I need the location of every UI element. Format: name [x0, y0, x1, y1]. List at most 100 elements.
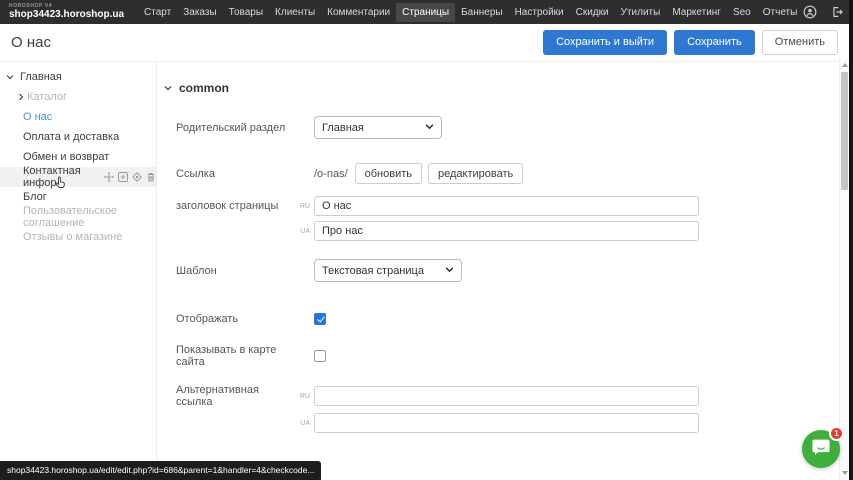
sidebar-item-label: Обмен и возврат [23, 151, 109, 163]
chevron-right-icon[interactable] [17, 93, 25, 101]
sidebar-item-label: Пользовательское соглашение [23, 205, 156, 229]
nav-item-start[interactable]: Старт [138, 3, 177, 22]
sidebar-item-glavnaya[interactable]: Главная [0, 67, 156, 87]
section-common[interactable]: common [164, 81, 840, 95]
sitemap-checkbox[interactable] [314, 350, 326, 362]
scrollbar-down-icon[interactable] [842, 471, 848, 475]
logout-icon[interactable] [830, 5, 844, 19]
template-label: Шаблон [176, 265, 290, 277]
page-title-ua-input[interactable] [314, 221, 699, 241]
edit-form: common Родительский раздел Главная Ссылк… [158, 62, 840, 480]
status-bar: shop34423.horoshop.ua/edit/edit.php?id=6… [0, 461, 321, 480]
sidebar-item-label: Каталог [27, 91, 67, 103]
nav-item-orders[interactable]: Заказы [177, 3, 222, 22]
page-header: О нас Сохранить и выйти Сохранить Отмени… [0, 24, 848, 62]
lang-badge-ru: RU [290, 203, 314, 210]
sidebar-item-katalog[interactable]: Каталог [0, 87, 156, 107]
page-title: О нас [11, 34, 51, 51]
link-update-button[interactable]: обновить [355, 163, 422, 184]
scrollbar[interactable] [839, 58, 849, 480]
gear-icon[interactable] [132, 172, 142, 182]
save-exit-button[interactable]: Сохранить и выйти [543, 30, 667, 55]
alt-link-ua-input[interactable] [314, 413, 699, 433]
header-buttons: Сохранить и выйти Сохранить Отменить [543, 30, 838, 55]
nav-item-products[interactable]: Товары [223, 3, 269, 22]
sidebar-tree: Главная Каталог О нас Оплата и доставка … [0, 62, 157, 480]
scrollbar-thumb[interactable] [841, 72, 848, 190]
chevron-down-icon [425, 122, 434, 134]
parent-section-value: Главная [322, 122, 364, 134]
chevron-down-icon [445, 265, 454, 277]
row-action-icons [104, 172, 156, 182]
nav-item-discounts[interactable]: Скидки [570, 3, 615, 22]
section-common-label: common [179, 81, 229, 95]
nav-item-clients[interactable]: Клиенты [269, 3, 321, 22]
chat-bubble-icon [810, 436, 832, 463]
save-button[interactable]: Сохранить [674, 30, 755, 55]
sidebar-item-label: Оплата и доставка [23, 131, 119, 143]
template-select[interactable]: Текстовая страница [314, 259, 462, 282]
nav-item-comments[interactable]: Комментарии [321, 3, 396, 22]
sitemap-row: Показывать в карте сайта [176, 344, 840, 368]
nav-item-pages[interactable]: Страницы [396, 3, 455, 22]
nav-item-seo[interactable]: Seo [727, 3, 757, 22]
parent-section-select[interactable]: Главная [314, 116, 442, 139]
page-title-label: заголовок страницы [176, 200, 290, 212]
scrollbar-up-icon[interactable] [842, 63, 848, 67]
alt-link-ua-row: UA [176, 413, 840, 433]
nav-item-settings[interactable]: Настройки [509, 3, 570, 22]
topbar-icons [803, 5, 844, 19]
logo-domain: shop34423.horoshop.ua [9, 10, 124, 20]
sidebar-item-otzyvy[interactable]: Отзывы о магазине [0, 227, 156, 247]
trash-icon[interactable] [146, 172, 156, 182]
sidebar-item-label: Главная [20, 71, 62, 83]
sidebar-item-obmen-vozvrat[interactable]: Обмен и возврат [0, 147, 156, 167]
template-row: Шаблон Текстовая страница [176, 259, 840, 282]
alt-link-ru-row: Альтернативная ссылка RU [176, 384, 840, 408]
chat-badge: 1 [829, 426, 844, 441]
chat-button[interactable]: 1 [802, 430, 840, 468]
sidebar-item-blog[interactable]: Блог [0, 187, 156, 207]
link-edit-button[interactable]: редактировать [428, 163, 523, 184]
display-row: Отображать [176, 313, 840, 325]
sidebar-item-label: Блог [23, 191, 47, 203]
main-nav: Старт Заказы Товары Клиенты Комментарии … [138, 3, 803, 22]
add-page-icon[interactable] [118, 172, 128, 182]
nav-item-utilities[interactable]: Утилиты [615, 3, 667, 22]
sidebar-item-label: Отзывы о магазине [23, 231, 122, 243]
page-title-ua-row: UA [176, 221, 840, 241]
alt-link-label: Альтернативная ссылка [176, 384, 290, 408]
link-value: /o-nas/ [314, 168, 348, 180]
lang-badge-ua: UA [290, 420, 314, 427]
parent-section-row: Родительский раздел Главная [176, 116, 840, 139]
move-icon[interactable] [104, 172, 114, 182]
display-label: Отображать [176, 313, 290, 325]
nav-item-banners[interactable]: Баннеры [455, 3, 508, 22]
lang-badge-ru: RU [290, 393, 314, 400]
logo[interactable]: HOROSHOP V4 shop34423.horoshop.ua [9, 4, 124, 20]
nav-item-reports[interactable]: Отчеты [757, 3, 804, 22]
sidebar-item-label: О нас [23, 111, 52, 123]
window-edge [849, 0, 853, 480]
lang-badge-ua: UA [290, 228, 314, 235]
account-icon[interactable] [803, 5, 817, 19]
page-title-ru-input[interactable] [314, 196, 699, 216]
link-label: Ссылка [176, 168, 290, 180]
template-value: Текстовая страница [322, 265, 424, 277]
chevron-down-icon [164, 84, 172, 92]
display-checkbox[interactable] [314, 313, 326, 325]
link-row: Ссылка /o-nas/ обновить редактировать [176, 163, 840, 184]
sidebar-item-o-nas[interactable]: О нас [0, 107, 156, 127]
alt-link-ru-input[interactable] [314, 386, 699, 406]
parent-section-label: Родительский раздел [176, 122, 290, 134]
topbar: HOROSHOP V4 shop34423.horoshop.ua Старт … [0, 0, 853, 24]
nav-item-marketing[interactable]: Маркетинг [666, 3, 727, 22]
sidebar-item-polzovatelskoe[interactable]: Пользовательское соглашение [0, 207, 156, 227]
cancel-button[interactable]: Отменить [762, 30, 838, 55]
sitemap-label: Показывать в карте сайта [176, 344, 290, 368]
cursor-hand-icon [54, 175, 68, 190]
sidebar-item-oplata-dostavka[interactable]: Оплата и доставка [0, 127, 156, 147]
sidebar-item-kontaktnaya-infor[interactable]: Контактная инфор [0, 167, 156, 187]
chevron-down-icon[interactable] [6, 73, 14, 81]
page-title-ru-row: заголовок страницы RU [176, 196, 840, 216]
